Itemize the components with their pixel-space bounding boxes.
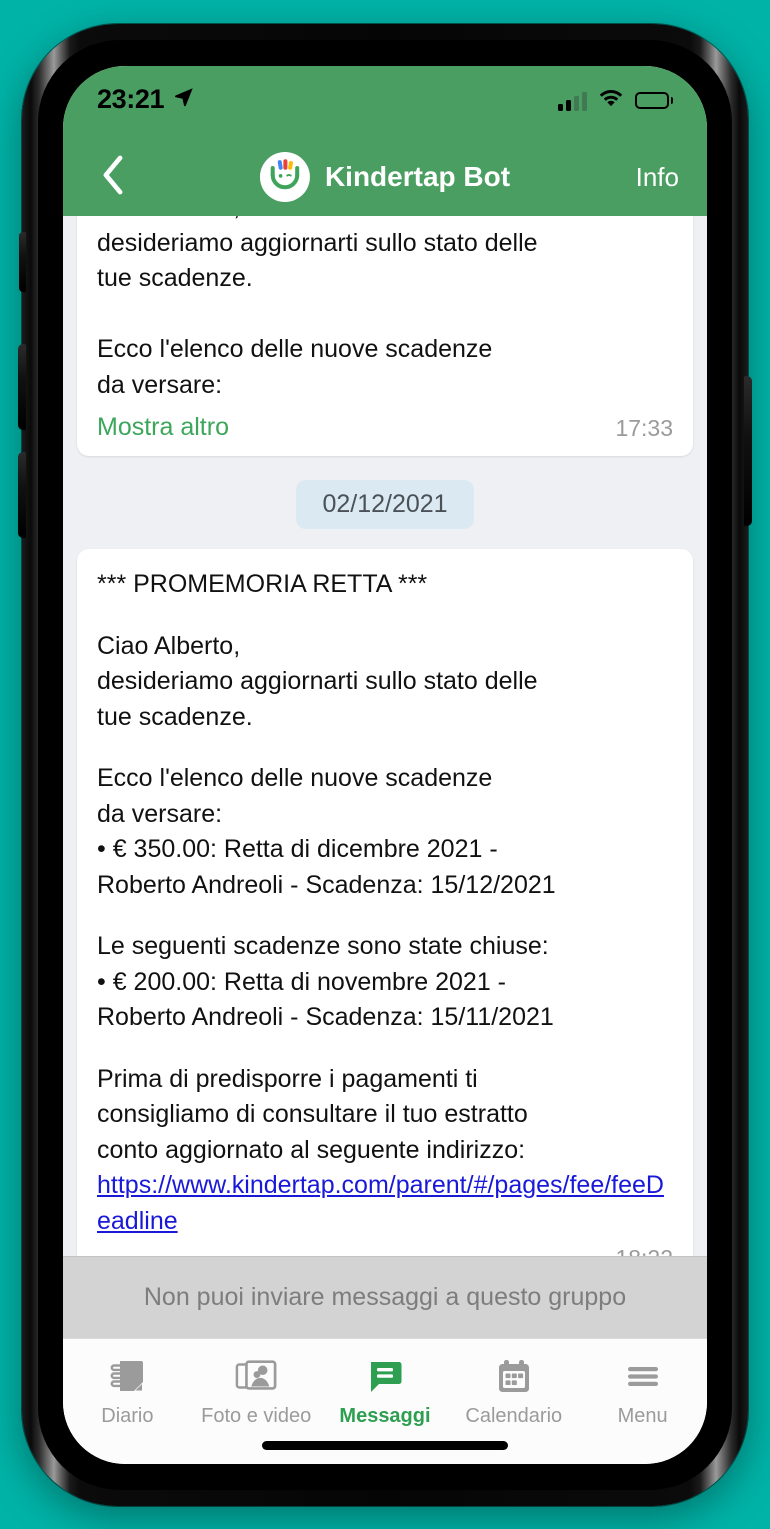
tab-label: Messaggi (339, 1405, 430, 1428)
phone-screen: 23:21 (63, 66, 707, 1464)
back-button[interactable] (91, 155, 135, 199)
composer-disabled-notice: Non puoi inviare messaggi a questo grupp… (144, 1283, 626, 1312)
notebook-icon (104, 1353, 150, 1399)
message-timestamp: 17:33 (615, 415, 673, 442)
tab-menu[interactable]: Menu (578, 1353, 707, 1428)
spacer (97, 735, 673, 761)
kindertap-logo-icon (264, 154, 306, 201)
bubble-footer: Mostra altro 17:33 (97, 403, 673, 442)
chat-title-group[interactable]: Kindertap Bot (260, 152, 510, 202)
tab-label: Foto e video (201, 1405, 311, 1428)
volume-up-button[interactable] (18, 344, 26, 430)
show-more-button[interactable]: Mostra altro (97, 413, 229, 442)
battery-icon (635, 92, 673, 109)
chat-bubble-icon (362, 1353, 408, 1399)
message-paragraph-4: Prima di predisporre i pagamenti ti cons… (97, 1062, 673, 1169)
tab-label: Menu (618, 1405, 668, 1428)
message-paragraph-2: Ecco l'elenco delle nuove scadenze da ve… (97, 761, 673, 903)
tab-messaggi[interactable]: Messaggi (321, 1353, 450, 1428)
status-indicators (558, 88, 673, 113)
message-clipped-line: Ciao Alberto, (97, 216, 673, 226)
message-timestamp: 18:22 (97, 1245, 673, 1256)
message-heading: *** PROMEMORIA RETTA *** (97, 567, 673, 603)
date-separator-wrap: 02/12/2021 (77, 480, 693, 529)
phone-frame: 23:21 (22, 24, 748, 1506)
home-indicator[interactable] (262, 1441, 508, 1450)
chevron-left-icon (100, 155, 126, 200)
chat-header: Kindertap Bot Info (63, 138, 707, 216)
page-title: Kindertap Bot (325, 161, 510, 193)
chat-message-list[interactable]: Ciao Alberto, desideriamo aggiornarti su… (63, 216, 707, 1256)
status-time-group: 23:21 (97, 86, 195, 113)
composer-disabled-bar: Non puoi inviare messaggi a questo grupp… (63, 1256, 707, 1338)
wifi-icon (598, 88, 624, 113)
chat-bubble-truncated[interactable]: Ciao Alberto, desideriamo aggiornarti su… (77, 216, 693, 456)
avatar (260, 152, 310, 202)
location-arrow-icon (173, 86, 195, 113)
spacer (97, 1036, 673, 1062)
tab-calendario[interactable]: Calendario (449, 1353, 578, 1428)
spacer (97, 903, 673, 929)
message-paragraph-3: Le seguenti scadenze sono state chiuse: … (97, 929, 673, 1036)
cellular-signal-icon (558, 91, 587, 111)
tab-foto-e-video[interactable]: Foto e video (192, 1353, 321, 1428)
statement-link[interactable]: https://www.kindertap.com/parent/#/pages… (97, 1171, 664, 1235)
status-bar-time: 23:21 (97, 86, 164, 113)
tab-label: Calendario (465, 1405, 562, 1428)
message-paragraph-1: Ciao Alberto, desideriamo aggiornarti su… (97, 629, 673, 736)
tab-label: Diario (101, 1405, 153, 1428)
calendar-icon (491, 1353, 537, 1399)
hamburger-icon (620, 1353, 666, 1399)
date-separator: 02/12/2021 (296, 480, 473, 529)
info-button[interactable]: Info (636, 162, 679, 193)
silent-switch-button[interactable] (19, 232, 26, 292)
tab-diario[interactable]: Diario (63, 1353, 192, 1428)
photos-icon (233, 1353, 279, 1399)
volume-down-button[interactable] (18, 452, 26, 538)
status-bar: 23:21 (63, 66, 707, 138)
message-body: desideriamo aggiornarti sullo stato dell… (97, 226, 673, 404)
power-button[interactable] (744, 376, 752, 526)
spacer (97, 603, 673, 629)
chat-bubble-promemoria-retta[interactable]: *** PROMEMORIA RETTA *** Ciao Alberto, d… (77, 549, 693, 1256)
